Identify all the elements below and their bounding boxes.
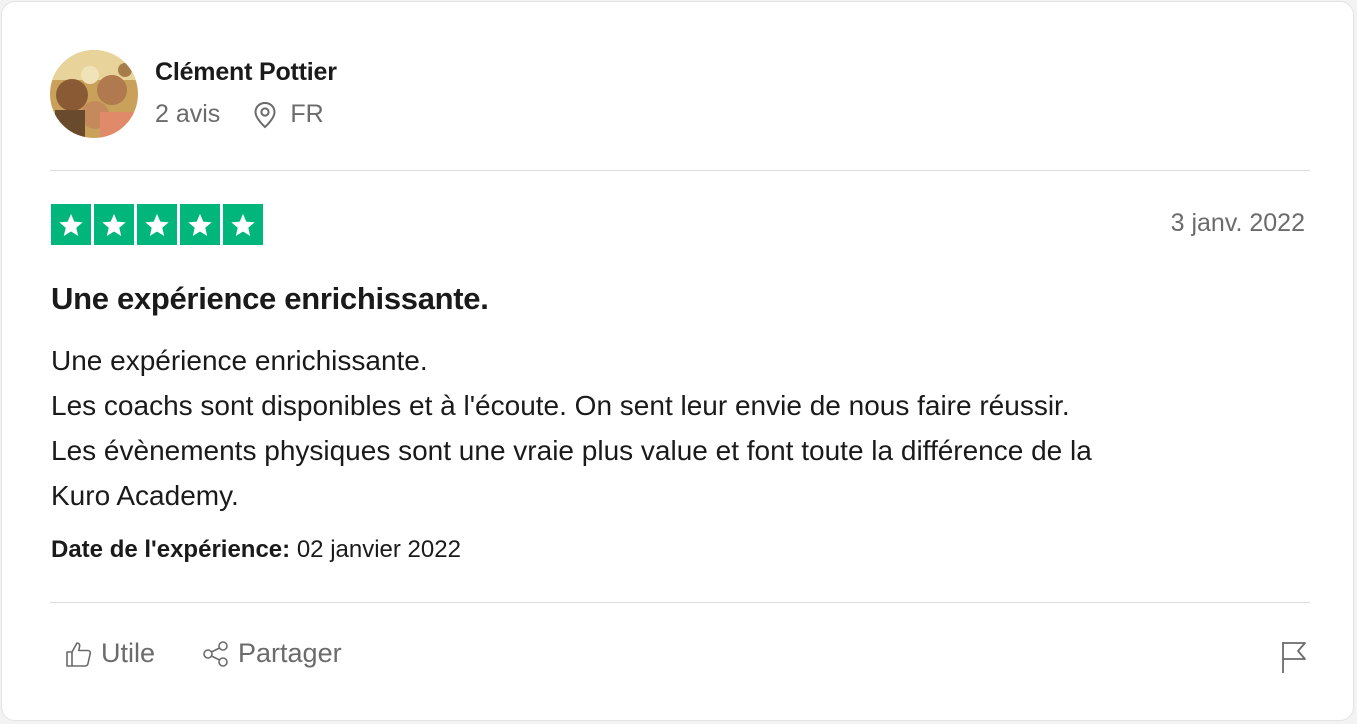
divider (50, 602, 1310, 603)
experience-date-label: Date de l'expérience: (51, 536, 291, 563)
share-button[interactable]: Partager (201, 638, 342, 669)
thumbs-up-icon (64, 639, 94, 669)
star-icon (180, 204, 220, 245)
location-pin-icon (252, 101, 278, 129)
useful-button[interactable]: Utile (64, 638, 155, 669)
review-date: 3 janv. 2022 (1170, 209, 1305, 237)
star-rating (51, 204, 263, 245)
star-icon (223, 204, 263, 245)
reviewer-name[interactable]: Clément Pottier (155, 58, 337, 87)
review-card: Clément Pottier 2 avis FR 3 janv. 2022 U… (1, 1, 1354, 721)
flag-icon (1279, 642, 1309, 679)
review-body-line: Les évènements physiques sont une vraie … (51, 435, 1092, 466)
experience-date: Date de l'expérience: 02 janvier 2022 (51, 536, 461, 564)
useful-label: Utile (101, 638, 156, 668)
star-icon (137, 204, 177, 245)
experience-date-value: 02 janvier 2022 (296, 536, 461, 563)
star-icon (51, 204, 91, 245)
report-flag-button[interactable] (1279, 639, 1309, 680)
review-body-line: Une expérience enrichissante. (51, 345, 428, 376)
reviewer-country: FR (290, 100, 324, 128)
review-actions: Utile Partager (64, 638, 342, 669)
divider (50, 170, 1310, 171)
star-icon (94, 204, 134, 245)
review-title[interactable]: Une expérience enrichissante. (51, 281, 489, 317)
reviewer-meta: 2 avis FR (155, 100, 324, 129)
share-label: Partager (238, 638, 342, 668)
review-body: Une expérience enrichissante. Les coachs… (51, 338, 1311, 518)
review-body-line: Kuro Academy. (51, 480, 239, 511)
review-count: 2 avis (155, 100, 221, 128)
avatar[interactable] (50, 50, 138, 138)
review-body-line: Les coachs sont disponibles et à l'écout… (51, 390, 1070, 421)
share-icon (201, 639, 231, 669)
reviewer-header: Clément Pottier 2 avis FR (50, 50, 1310, 140)
